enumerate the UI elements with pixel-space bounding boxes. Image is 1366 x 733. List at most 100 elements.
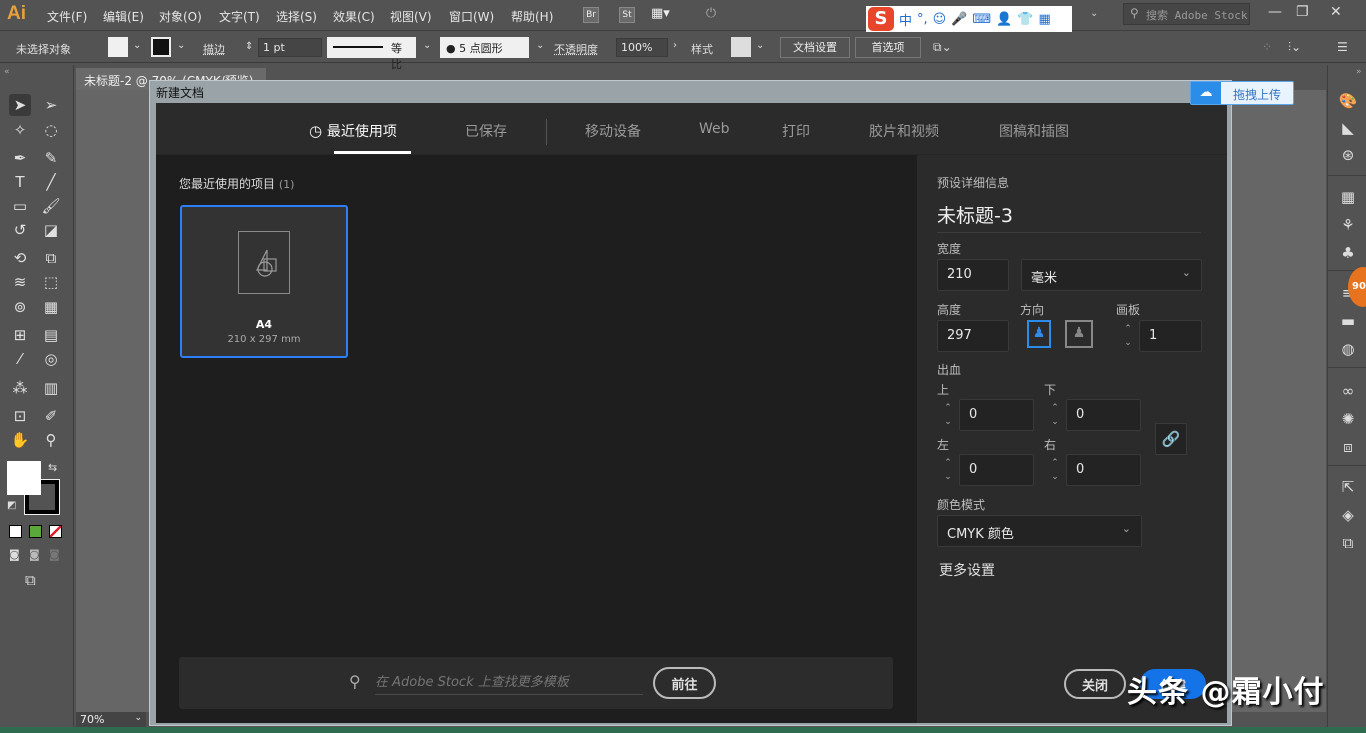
style-chevron-icon[interactable]: ⌄ [756, 40, 764, 51]
symbol-sprayer-tool-icon[interactable]: ⁂ [9, 377, 31, 399]
warp-tool-icon[interactable]: ≋ [9, 271, 31, 293]
mesh-tool-icon[interactable]: ⊞ [9, 324, 31, 346]
graphic-styles-icon[interactable]: ⧈ [1338, 437, 1358, 457]
menu-help[interactable]: 帮助(H) [511, 8, 553, 25]
tab-web[interactable]: Web [699, 121, 730, 137]
tab-film-video[interactable]: 胶片和视频 [869, 121, 939, 141]
stroke-profile-chevron-icon[interactable]: ⌄ [423, 40, 431, 51]
magic-wand-tool-icon[interactable]: ✧ [9, 119, 31, 141]
stroke-weight-field[interactable]: 1 pt [258, 38, 322, 57]
menu-select[interactable]: 选择(S) [276, 8, 317, 25]
symbols-icon[interactable]: ♣ [1338, 243, 1358, 263]
bleed-right-stepper-icon[interactable]: ⌃ ⌄ [1046, 454, 1064, 486]
pen-tool-icon[interactable]: ✒ [9, 147, 31, 169]
workspace-switcher-icon[interactable]: ▦▾ [651, 7, 670, 23]
brushes-icon[interactable]: ⚘ [1338, 215, 1358, 235]
ime-user-icon[interactable]: 👤 [996, 12, 1012, 27]
shape-builder-tool-icon[interactable]: ⊚ [9, 296, 31, 318]
appearance-icon[interactable]: ✺ [1338, 409, 1358, 429]
free-transform-tool-icon[interactable]: ⬚ [40, 271, 62, 293]
landscape-orientation-button[interactable]: ♟ [1065, 320, 1093, 348]
stroke-weight-spinner-icon[interactable]: ⇕ [245, 41, 253, 52]
brush-chevron-icon[interactable]: ⌄ [536, 40, 544, 51]
artboards-panel-icon[interactable]: ⧉ [1338, 533, 1358, 553]
units-dropdown[interactable]: 毫米 ⌄ [1021, 259, 1202, 291]
ime-voice-icon[interactable]: 🎤 [951, 12, 967, 27]
creative-cloud-icon[interactable]: ∞ [1338, 381, 1358, 401]
none-mode-icon[interactable] [49, 525, 62, 538]
close-button[interactable]: 关闭 [1064, 669, 1126, 699]
restore-button[interactable]: ❐ [1296, 4, 1309, 20]
default-colors-icon[interactable]: ◩ [7, 500, 16, 511]
draw-normal-icon[interactable]: ◙ [9, 548, 20, 561]
link-bleed-icon[interactable]: 🔗 [1155, 423, 1187, 455]
zoom-level-field[interactable]: 70% ⌄ [76, 712, 146, 728]
ime-toolbox-icon[interactable]: ▦ [1039, 12, 1051, 27]
brush-definition-field[interactable]: ● 5 点圆形 [440, 37, 529, 58]
bleed-left-field[interactable]: 0 [959, 454, 1034, 486]
menu-window[interactable]: 窗口(W) [449, 8, 494, 25]
tab-art-illustration[interactable]: 图稿和插图 [999, 121, 1069, 141]
sync-icon[interactable]: ⏻ [703, 7, 719, 23]
shaper-tool-icon[interactable]: ↺ [9, 219, 31, 241]
document-name-field[interactable]: 未标题-3 [937, 201, 1013, 228]
preferences-button[interactable]: 首选项 [855, 37, 921, 58]
hand-tool-icon[interactable]: ✋ [9, 429, 31, 451]
zoom-tool-icon[interactable]: ⚲ [40, 429, 62, 451]
paintbrush-tool-icon[interactable]: 🖌 [40, 195, 62, 217]
drag-upload-widget[interactable]: ☁ 拖拽上传 [1190, 81, 1294, 105]
opacity-field[interactable]: 100% [616, 38, 668, 57]
artboards-field[interactable]: 1 [1139, 320, 1202, 352]
blend-tool-icon[interactable]: ◎ [40, 348, 62, 370]
layers-icon[interactable]: ◈ [1338, 505, 1358, 525]
gradient-mode-icon[interactable] [29, 525, 42, 538]
menu-object[interactable]: 对象(O) [159, 8, 202, 25]
bleed-top-field[interactable]: 0 [959, 399, 1034, 431]
swatches-icon[interactable]: ▦ [1338, 187, 1358, 207]
fill-color-swatch[interactable] [7, 461, 41, 495]
collapse-panel-icon[interactable]: « [4, 67, 10, 77]
artboards-stepper-icon[interactable]: ⌃ ⌄ [1119, 320, 1137, 352]
collapse-dock-icon[interactable]: » [1356, 67, 1362, 77]
perspective-grid-tool-icon[interactable]: ▦ [40, 296, 62, 318]
stroke-swatch[interactable] [151, 37, 171, 57]
menu-view[interactable]: 视图(V) [390, 8, 432, 25]
tab-mobile[interactable]: 移动设备 [585, 121, 641, 141]
workspace-dropdown-chevron-icon[interactable]: ⌄ [1090, 8, 1098, 19]
height-field[interactable]: 297 [937, 320, 1009, 352]
transform-icon[interactable]: ⫶⌄ [1288, 40, 1301, 55]
rectangle-tool-icon[interactable]: ▭ [9, 195, 31, 217]
ime-chinese-mode[interactable]: 中 [899, 10, 912, 29]
preset-card-a4[interactable]: A4 210 x 297 mm [180, 205, 348, 358]
width-field[interactable]: 210 [937, 259, 1009, 291]
eraser-tool-icon[interactable]: ◪ [40, 219, 62, 241]
artboard-tool-icon[interactable]: ⊡ [9, 405, 31, 427]
fill-swatch[interactable] [108, 37, 128, 57]
stock-icon[interactable]: St [619, 7, 635, 23]
menu-type[interactable]: 文字(T) [219, 8, 260, 25]
bridge-icon[interactable]: Br [583, 7, 599, 23]
menu-effect[interactable]: 效果(C) [333, 8, 375, 25]
export-icon[interactable]: ⇱ [1338, 477, 1358, 497]
menu-edit[interactable]: 编辑(E) [103, 8, 144, 25]
arrange-documents-icon[interactable]: ⧉⌄ [933, 40, 952, 55]
tab-print[interactable]: 打印 [782, 121, 810, 141]
draw-inside-icon[interactable]: ◙ [49, 548, 60, 561]
stock-template-search-input[interactable] [375, 671, 643, 695]
cc-libraries-icon[interactable]: ⊛ [1338, 145, 1358, 165]
column-graph-tool-icon[interactable]: ▥ [40, 377, 62, 399]
bleed-bottom-stepper-icon[interactable]: ⌃ ⌄ [1046, 399, 1064, 431]
zoom-chevron-icon[interactable]: ⌄ [134, 713, 142, 723]
transparency-panel-icon[interactable]: ◍ [1338, 339, 1358, 359]
stroke-dropdown-chevron-icon[interactable]: ⌄ [177, 40, 185, 51]
scale-tool-icon[interactable]: ⧉ [40, 247, 62, 269]
portrait-orientation-button[interactable]: ♟ [1027, 320, 1051, 348]
opacity-label[interactable]: 不透明度 [554, 41, 598, 57]
bleed-top-stepper-icon[interactable]: ⌃ ⌄ [939, 399, 957, 431]
line-tool-icon[interactable]: ╱ [40, 171, 62, 193]
go-button[interactable]: 前往 [653, 667, 716, 699]
align-icon[interactable]: ⁘ [1262, 40, 1272, 54]
ime-emoji-icon[interactable]: ☺ [933, 12, 947, 27]
swap-colors-icon[interactable]: ⇆ [48, 461, 57, 474]
ime-punctuation[interactable]: °, [917, 12, 928, 27]
